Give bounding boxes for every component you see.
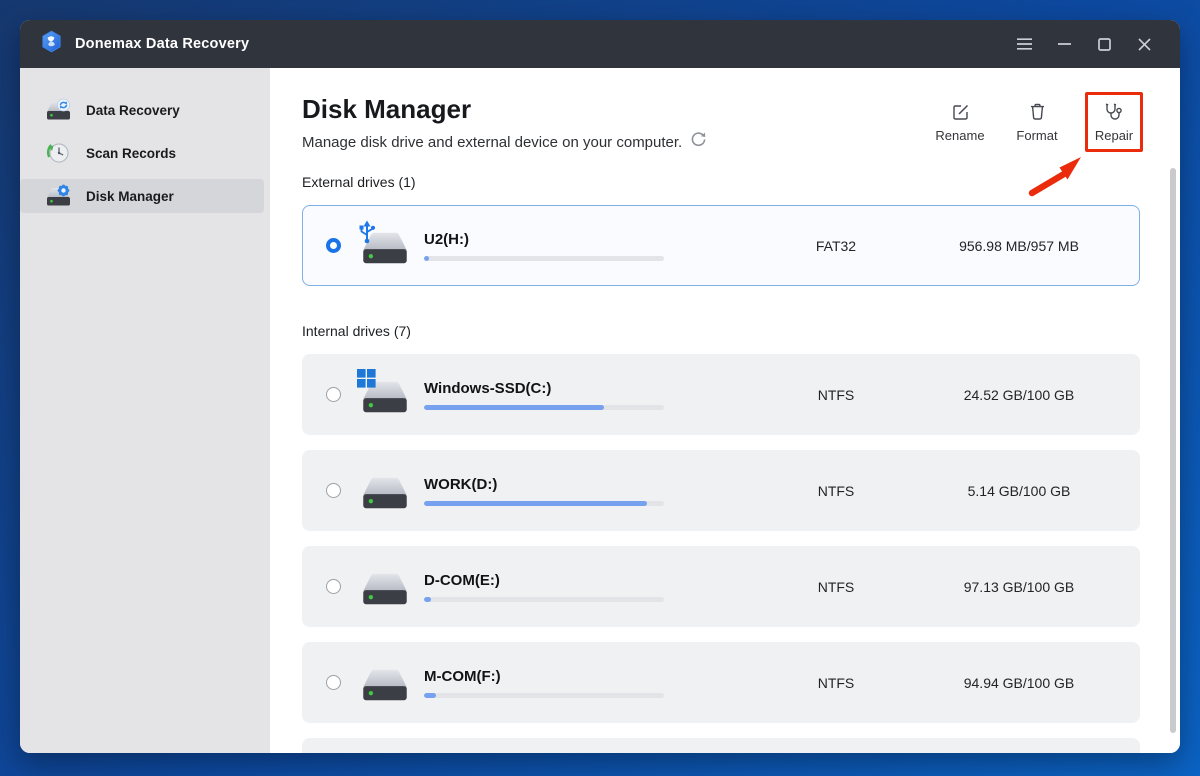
radio-unselected[interactable] [326,483,341,498]
drive-name: WORK(D:) [424,476,664,493]
maximize-button[interactable] [1084,20,1124,68]
usage-bar [424,256,664,261]
format-trash-icon [1028,102,1047,124]
format-button[interactable]: Format [1008,92,1066,152]
capacity-label: 97.13 GB/100 GB [939,579,1099,595]
usage-bar [424,693,664,698]
hard-drive-icon [360,662,410,704]
external-drives-section-label: External drives (1) [302,174,1140,190]
drive-name: Windows-SSD(C:) [424,380,664,397]
page-header: Disk Manager Manage disk drive and exter… [302,68,1140,153]
windows-logo-icon [357,369,376,393]
capacity-label: 24.52 GB/100 GB [939,387,1099,403]
sidebar-item-disk-manager[interactable]: Disk Manager [20,179,264,213]
menu-button[interactable] [1004,20,1044,68]
hard-drive-icon [360,566,410,608]
rename-label: Rename [935,128,984,143]
close-icon [1138,38,1151,51]
filesystem-label: NTFS [776,483,896,499]
usb-symbol-icon [357,220,377,249]
titlebar: Donemax Data Recovery [20,20,1180,68]
hamburger-menu-icon [1017,38,1032,50]
filesystem-label: NTFS [776,387,896,403]
windows-drive-icon [360,374,410,416]
usage-bar [424,597,664,602]
filesystem-label: NTFS [776,675,896,691]
rename-edit-icon [951,102,970,124]
sidebar-item-label: Disk Manager [86,189,174,204]
scrollbar-thumb[interactable] [1170,168,1176,733]
page-title: Disk Manager [302,92,707,126]
radio-unselected[interactable] [326,579,341,594]
toolbar: Rename Format [931,92,1143,153]
radio-selected[interactable] [326,238,341,253]
capacity-label: 94.94 GB/100 GB [939,675,1099,691]
data-recovery-drive-icon [44,97,72,123]
usage-bar [424,501,664,506]
app-window: Donemax Data Recovery [20,20,1180,753]
usage-bar [424,405,664,410]
drive-row-u2[interactable]: U2(H:) FAT32 956.98 MB/957 MB [302,205,1140,286]
radio-unselected[interactable] [326,387,341,402]
main-panel: Disk Manager Manage disk drive and exter… [270,68,1180,753]
drive-row-d-com-e[interactable]: D-COM(E:) NTFS 97.13 GB/100 GB [302,546,1140,627]
drive-name: M-COM(F:) [424,668,664,685]
close-button[interactable] [1124,20,1164,68]
radio-unselected[interactable] [326,675,341,690]
rename-button[interactable]: Rename [931,92,989,152]
drive-row-work-d[interactable]: WORK(D:) NTFS 5.14 GB/100 GB [302,450,1140,531]
sidebar-item-data-recovery[interactable]: Data Recovery [20,93,264,127]
capacity-label: 5.14 GB/100 GB [939,483,1099,499]
drive-row-windows-ssd-c[interactable]: Windows-SSD(C:) NTFS 24.52 GB/100 GB [302,354,1140,435]
drive-row-partial[interactable] [302,738,1140,753]
refresh-icon[interactable] [690,131,707,153]
hard-drive-icon [360,470,410,512]
window-controls [1004,20,1164,68]
drive-name: D-COM(E:) [424,572,664,589]
sidebar-item-scan-records[interactable]: Scan Records [20,136,264,170]
app-title: Donemax Data Recovery [75,36,249,52]
capacity-label: 956.98 MB/957 MB [939,238,1099,254]
repair-button[interactable]: Repair [1085,92,1143,152]
filesystem-label: NTFS [776,579,896,595]
minimize-button[interactable] [1044,20,1084,68]
desktop-background: Donemax Data Recovery [0,0,1200,776]
usb-drive-icon [360,225,410,267]
drive-row-m-com-f[interactable]: M-COM(F:) NTFS 94.94 GB/100 GB [302,642,1140,723]
sidebar-item-label: Data Recovery [86,103,180,118]
drive-name: U2(H:) [424,231,664,248]
repair-label: Repair [1095,128,1133,143]
minimize-icon [1058,43,1071,45]
repair-stethoscope-icon [1104,102,1124,124]
sidebar-item-label: Scan Records [86,146,176,161]
internal-drives-section-label: Internal drives (7) [302,323,1140,339]
scan-records-clock-icon [44,140,72,166]
format-label: Format [1016,128,1057,143]
maximize-icon [1098,38,1111,51]
filesystem-label: FAT32 [776,238,896,254]
page-subtitle: Manage disk drive and external device on… [302,134,682,151]
sidebar: Data Recovery Scan Records [20,68,270,753]
disk-manager-gear-icon [44,183,72,209]
app-logo-icon [40,30,63,58]
